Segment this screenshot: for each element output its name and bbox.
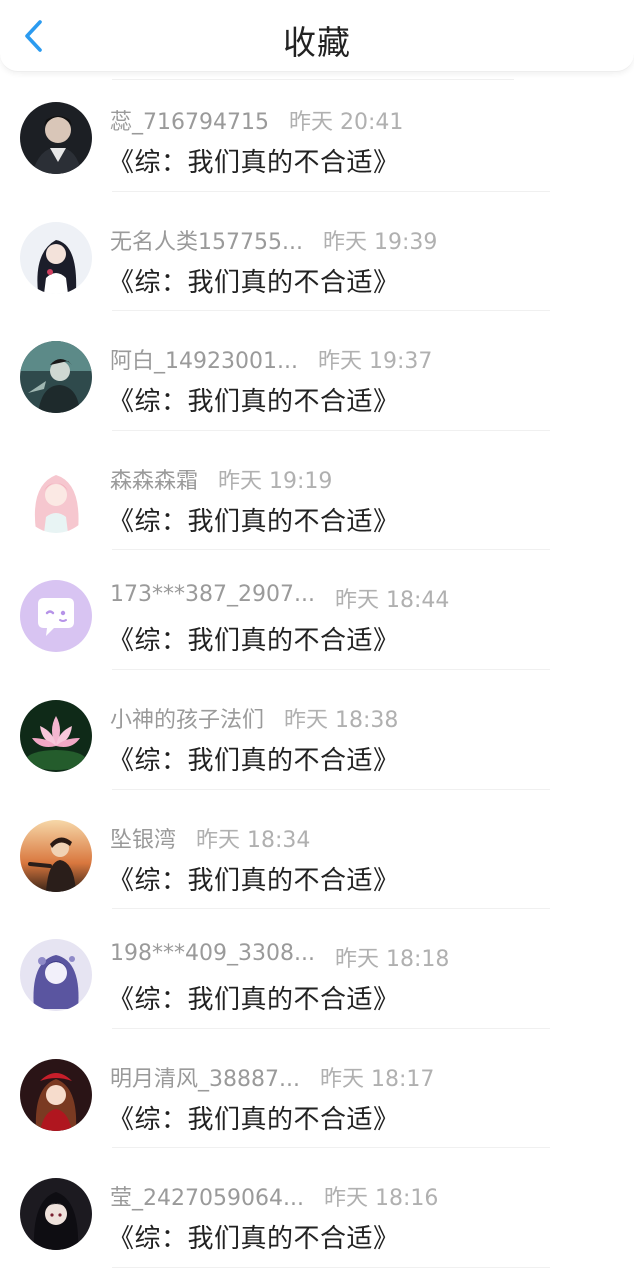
list-item[interactable]: 198***409_3308... 昨天 18:18 《综：我们真的不合适》: [0, 909, 634, 1029]
avatar-portrait-image: [20, 221, 92, 294]
avatar[interactable]: [20, 939, 92, 1012]
item-meta: 阿白_14923001... 昨天 19:37: [110, 343, 432, 375]
user-name[interactable]: 198***409_3308...: [110, 941, 315, 973]
avatar[interactable]: [20, 221, 92, 294]
page-title: 收藏: [283, 23, 351, 62]
user-name[interactable]: 明月清风_38887...: [110, 1061, 300, 1093]
avatar-portrait-image: [20, 939, 92, 1012]
avatar[interactable]: [20, 699, 92, 772]
timestamp: 昨天 18:16: [323, 1186, 439, 1212]
item-meta: 明月清风_38887... 昨天 18:17: [110, 1061, 434, 1093]
item-meta: 无名人类157755... 昨天 19:39: [110, 224, 437, 256]
list-item[interactable]: 阿白_14923001... 昨天 19:37 《综：我们真的不合适》: [0, 311, 634, 431]
work-title[interactable]: 《综：我们真的不合适》: [108, 620, 400, 657]
timestamp: 昨天 19:37: [317, 349, 433, 375]
list-item[interactable]: 蕊_716794715 昨天 20:41 《综：我们真的不合适》: [0, 72, 634, 192]
timestamp: 昨天 18:18: [334, 947, 450, 973]
user-name[interactable]: 森森森霜: [110, 463, 198, 495]
work-title[interactable]: 《综：我们真的不合适》: [108, 740, 400, 777]
timestamp: 昨天 20:41: [288, 110, 404, 135]
work-title[interactable]: 《综：我们真的不合适》: [108, 501, 400, 538]
avatar[interactable]: [20, 819, 92, 892]
list-item[interactable]: 莹_2427059064... 昨天 18:16 《综：我们真的不合适》: [0, 1148, 634, 1268]
avatar-portrait-image: [20, 460, 92, 533]
avatar[interactable]: [20, 1058, 92, 1131]
user-name[interactable]: 173***387_2907...: [110, 582, 315, 614]
item-meta: 莹_2427059064... 昨天 18:16: [110, 1180, 438, 1212]
list-item[interactable]: 小神的孩子法们 昨天 18:38 《综：我们真的不合适》: [0, 670, 634, 790]
timestamp: 昨天 19:19: [218, 468, 333, 494]
work-title[interactable]: 《综：我们真的不合适》: [108, 860, 400, 897]
item-meta: 森森森霜 昨天 19:19: [110, 463, 332, 495]
divider: [112, 1266, 550, 1268]
avatar[interactable]: [20, 341, 92, 414]
work-title[interactable]: 《综：我们真的不合适》: [108, 262, 400, 299]
list-item[interactable]: 明月清风_38887... 昨天 18:17 《综：我们真的不合适》: [0, 1029, 634, 1149]
avatar-portrait-image: [20, 341, 92, 414]
item-meta: 蕊_716794715 昨天 20:41: [110, 104, 403, 136]
top-bar: 收藏: [0, 0, 634, 72]
favorites-list: 蕊_716794715 昨天 20:41 《综：我们真的不合适》 无名人类157…: [0, 72, 634, 1268]
user-name[interactable]: 坠银湾: [110, 822, 176, 854]
timestamp: 昨天 18:34: [196, 827, 311, 853]
avatar[interactable]: [20, 460, 92, 533]
default-chat-avatar-icon: [20, 580, 92, 653]
user-name[interactable]: 莹_2427059064...: [110, 1180, 304, 1212]
list-item[interactable]: 无名人类157755... 昨天 19:39 《综：我们真的不合适》: [0, 192, 634, 312]
avatar-portrait-image: [20, 1058, 92, 1131]
favorites-screen: 收藏 蕊_716794715 昨天 20:41 《综：我们真的不合适》 无名人类…: [0, 0, 634, 1280]
work-title[interactable]: 《综：我们真的不合适》: [108, 381, 400, 418]
user-name[interactable]: 阿白_14923001...: [110, 343, 298, 375]
work-title[interactable]: 《综：我们真的不合适》: [108, 1099, 400, 1136]
item-meta: 小神的孩子法们 昨天 18:38: [110, 702, 398, 734]
avatar[interactable]: [20, 580, 92, 653]
user-name[interactable]: 小神的孩子法们: [110, 702, 264, 734]
work-title[interactable]: 《综：我们真的不合适》: [108, 1218, 400, 1255]
avatar-portrait-image: [20, 102, 92, 174]
timestamp: 昨天 18:17: [319, 1066, 435, 1092]
avatar-portrait-image: [20, 1178, 92, 1251]
avatar[interactable]: [20, 102, 92, 174]
user-name[interactable]: 蕊_716794715: [110, 104, 269, 136]
timestamp: 昨天 18:44: [334, 588, 450, 614]
list-item[interactable]: 173***387_2907... 昨天 18:44 《综：我们真的不合适》: [0, 550, 634, 670]
item-meta: 198***409_3308... 昨天 18:18: [110, 941, 449, 973]
work-title[interactable]: 《综：我们真的不合适》: [108, 142, 400, 179]
avatar-portrait-image: [20, 819, 92, 892]
avatar[interactable]: [20, 1178, 92, 1251]
timestamp: 昨天 18:38: [284, 707, 399, 733]
list-item[interactable]: 坠银湾 昨天 18:34 《综：我们真的不合适》: [0, 790, 634, 910]
work-title[interactable]: 《综：我们真的不合适》: [108, 979, 400, 1016]
timestamp: 昨天 19:39: [322, 229, 438, 255]
lotus-avatar-image: [20, 699, 92, 772]
item-meta: 坠银湾 昨天 18:34: [110, 822, 310, 854]
list-item[interactable]: 森森森霜 昨天 19:19 《综：我们真的不合适》: [0, 431, 634, 551]
user-name[interactable]: 无名人类157755...: [110, 224, 303, 256]
item-meta: 173***387_2907... 昨天 18:44: [110, 582, 449, 614]
